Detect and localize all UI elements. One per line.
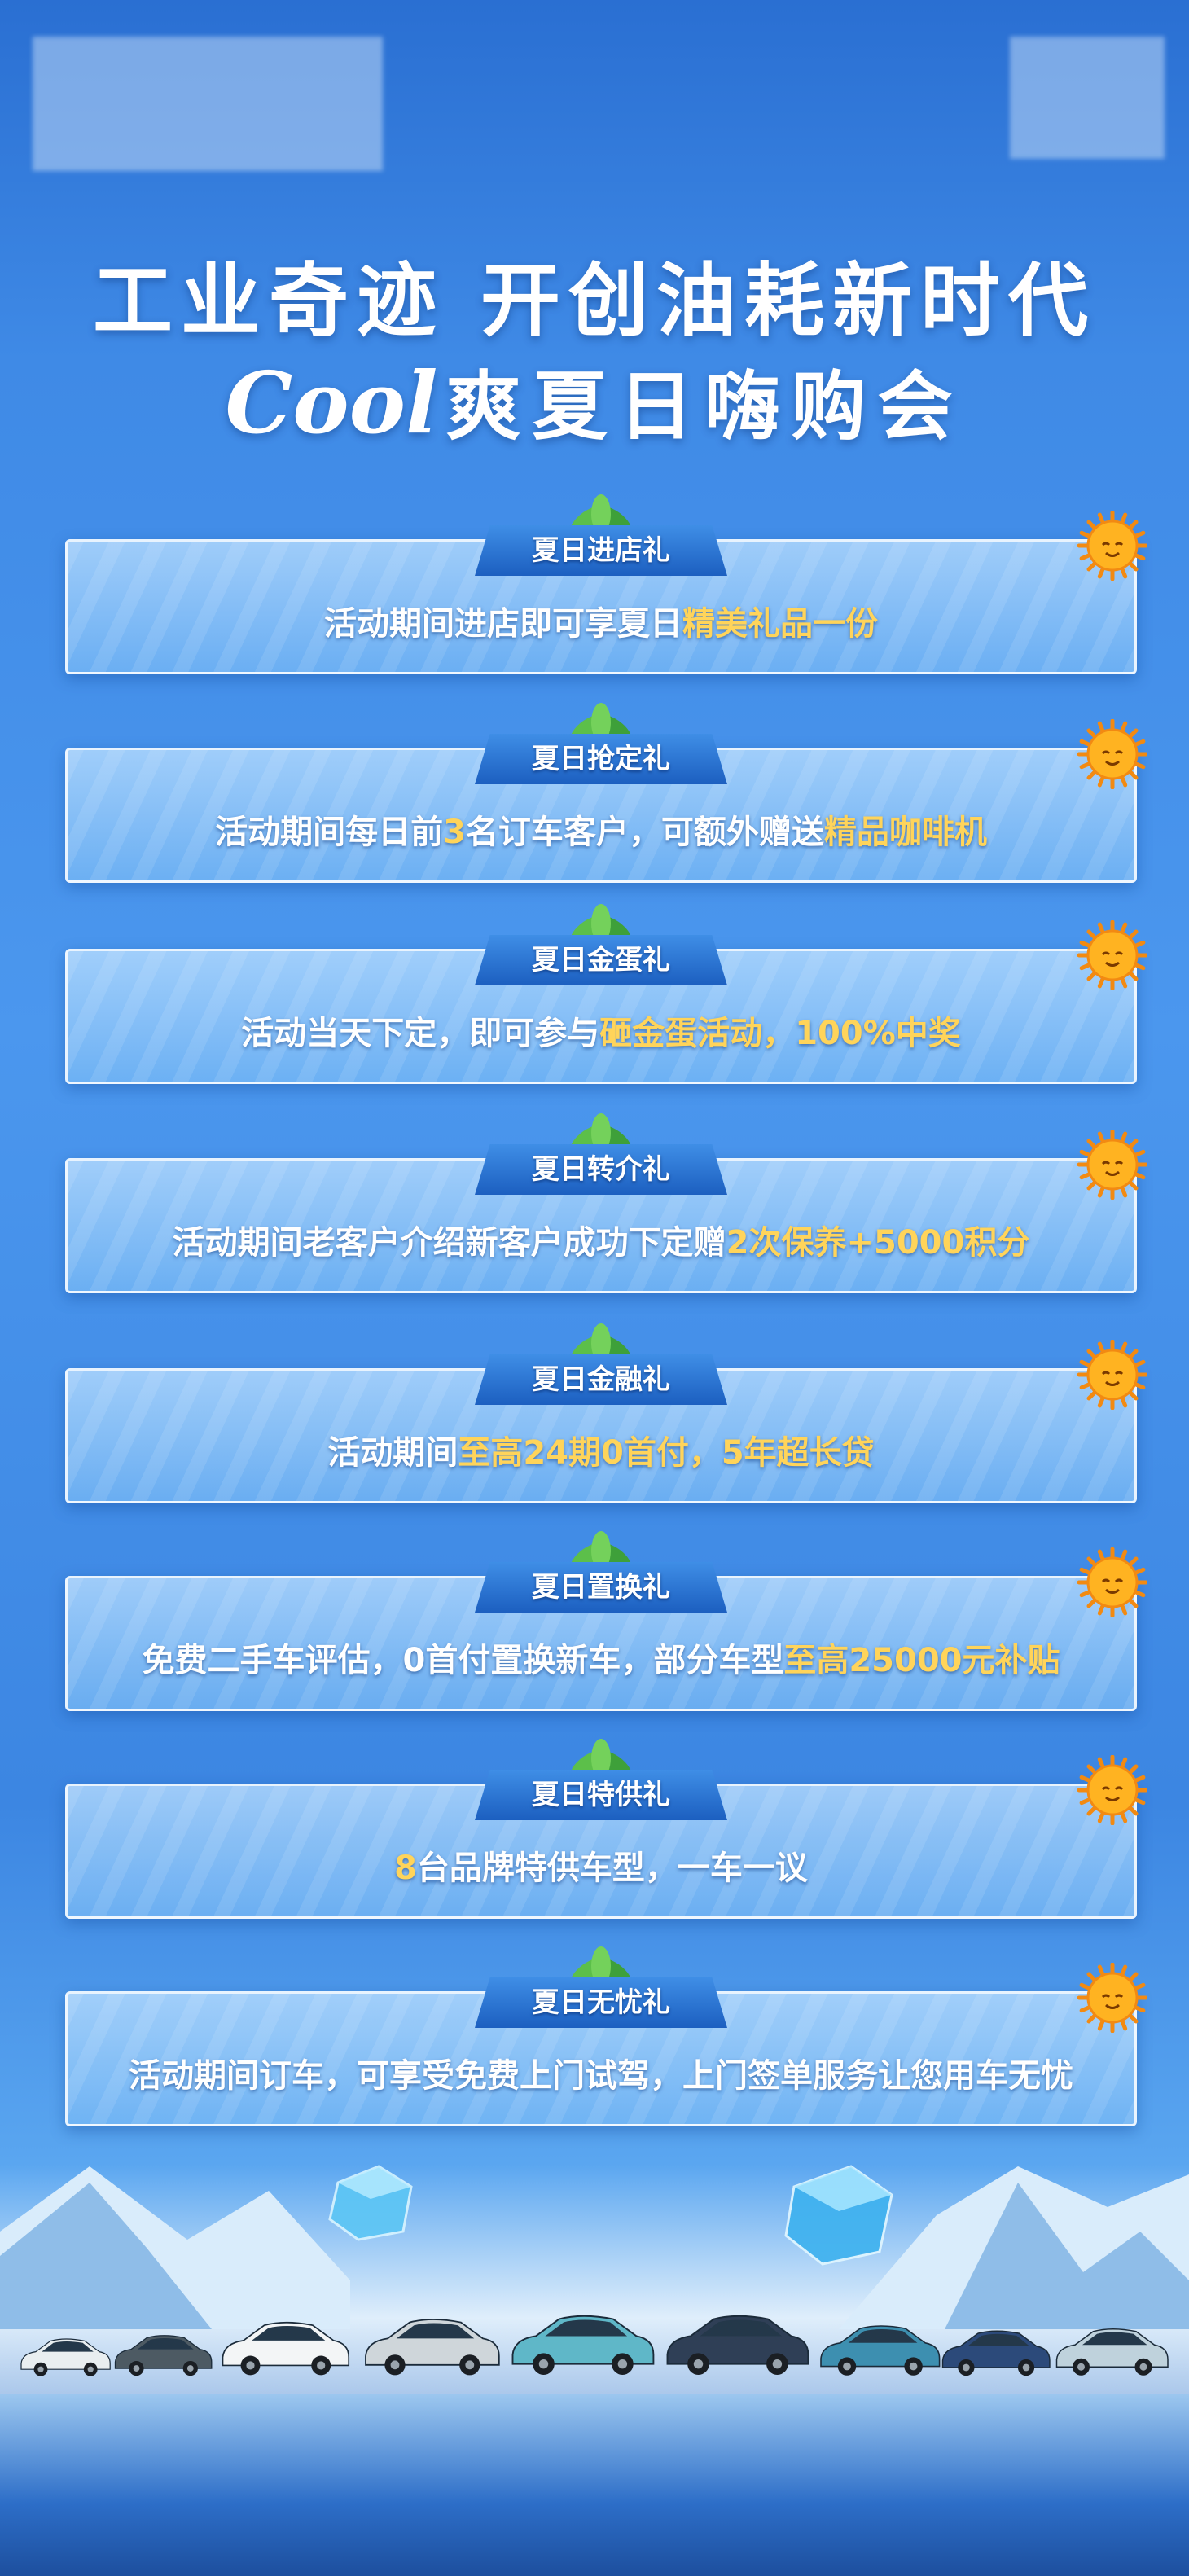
description-text: 台品牌特供车型，一车一议 xyxy=(416,1850,808,1887)
gift-title: 夏日无忧礼 xyxy=(475,1977,727,2028)
gift-title: 夏日金蛋礼 xyxy=(475,935,727,985)
description-text: 活动当天下定，即可参与 xyxy=(241,1015,600,1052)
gift-description: 活动期间进店即可享夏日精美礼品一份 xyxy=(68,597,1134,644)
car-icon xyxy=(941,2330,1051,2376)
sun-icon xyxy=(1077,1547,1148,1618)
sun-icon xyxy=(1077,1754,1148,1826)
blurred-logo-left xyxy=(33,37,383,171)
gift-title: 夏日金融礼 xyxy=(475,1354,727,1405)
highlight-text: 精美礼品一份 xyxy=(682,605,878,643)
gift-card: 夏日金蛋礼活动当天下定，即可参与砸金蛋活动，100%中奖 xyxy=(65,904,1148,1084)
highlight-text: 8 xyxy=(394,1850,417,1887)
gift-description: 活动期间至高24期0首付，5年超长贷 xyxy=(68,1426,1134,1473)
subheadline: Cool 爽夏日嗨购会 xyxy=(0,346,1189,454)
car-icon xyxy=(114,2335,213,2376)
description-text: 名订车客户，可额外赠送 xyxy=(465,814,824,851)
car-icon xyxy=(222,2321,350,2376)
gift-card: 夏日金融礼 活动期间至高24期0首付，5年超长贷 xyxy=(65,1323,1148,1503)
gift-title: 夏日置换礼 xyxy=(475,1562,727,1613)
highlight-text: 至高25000元补贴 xyxy=(783,1642,1060,1679)
car-icon xyxy=(666,2315,809,2375)
car-icon xyxy=(1055,2328,1169,2376)
description-text: 免费二手车评估，0首付置换新车，部分车型 xyxy=(142,1642,784,1679)
highlight-text: 至高24期0首付，5年超长贷 xyxy=(458,1434,875,1472)
gift-description: 8台品牌特供车型，一车一议 xyxy=(68,1841,1134,1889)
gift-title: 夏日进店礼 xyxy=(475,525,727,576)
sun-icon xyxy=(1077,919,1148,991)
car-icon xyxy=(20,2338,111,2376)
cool-wordmark: Cool xyxy=(225,353,438,453)
car-icon xyxy=(820,2325,941,2376)
gift-title: 夏日转介礼 xyxy=(475,1144,727,1195)
sun-icon xyxy=(1077,1129,1148,1200)
gift-description: 免费二手车评估，0首付置换新车，部分车型至高25000元补贴 xyxy=(68,1634,1134,1681)
floor xyxy=(0,2394,1189,2576)
description-text: 活动期间 xyxy=(327,1434,458,1472)
gift-card: 夏日转介礼活动期间老客户介绍新客户成功下定赠2次保养+5000积分 xyxy=(65,1113,1148,1293)
gift-card: 夏日无忧礼活动期间订车，可享受免费上门试驾，上门签单服务让您用车无忧 xyxy=(65,1946,1148,2126)
gift-title: 夏日抢定礼 xyxy=(475,734,727,784)
car-icon xyxy=(511,2315,655,2375)
gift-card: 夏日进店礼活动期间进店即可享夏日精美礼品一份 xyxy=(65,494,1148,674)
gift-card: 夏日置换礼免费二手车评估，0首付置换新车，部分车型至高25000元补贴 xyxy=(65,1531,1148,1711)
sun-icon xyxy=(1077,1962,1148,2034)
car-lineup xyxy=(0,2215,1189,2403)
gift-card: 夏日特供礼 8台品牌特供车型，一车一议 xyxy=(65,1739,1148,1919)
gift-card: 夏日抢定礼 活动期间每日前3名订车客户，可额外赠送精品咖啡机 xyxy=(65,703,1148,883)
car-icon xyxy=(365,2319,500,2376)
highlight-text: 2次保养+5000积分 xyxy=(726,1224,1030,1262)
gift-title: 夏日特供礼 xyxy=(475,1770,727,1820)
description-text: 活动期间进店即可享夏日 xyxy=(324,605,682,643)
gift-description: 活动期间订车，可享受免费上门试驾，上门签单服务让您用车无忧 xyxy=(68,2049,1134,2096)
description-text: 活动期间每日前 xyxy=(215,814,444,851)
headline: 工业奇迹 开创油耗新时代 xyxy=(92,255,1097,348)
gift-description: 活动当天下定，即可参与砸金蛋活动，100%中奖 xyxy=(68,1007,1134,1054)
gift-description: 活动期间老客户介绍新客户成功下定赠2次保养+5000积分 xyxy=(68,1216,1134,1263)
blurred-logo-right xyxy=(1010,37,1165,159)
highlight-text: 精品咖啡机 xyxy=(823,814,987,851)
sun-icon xyxy=(1077,1339,1148,1411)
gift-description: 活动期间每日前3名订车客户，可额外赠送精品咖啡机 xyxy=(68,805,1134,853)
description-text: 活动期间订车，可享受免费上门试驾，上门签单服务让您用车无忧 xyxy=(129,2057,1073,2095)
sun-icon xyxy=(1077,510,1148,581)
sun-icon xyxy=(1077,718,1148,790)
description-text: 活动期间老客户介绍新客户成功下定赠 xyxy=(172,1224,726,1262)
subheadline-text: 爽夏日嗨购会 xyxy=(445,363,964,450)
highlight-text: 3 xyxy=(443,814,466,851)
highlight-text: 砸金蛋活动，100%中奖 xyxy=(599,1015,961,1052)
